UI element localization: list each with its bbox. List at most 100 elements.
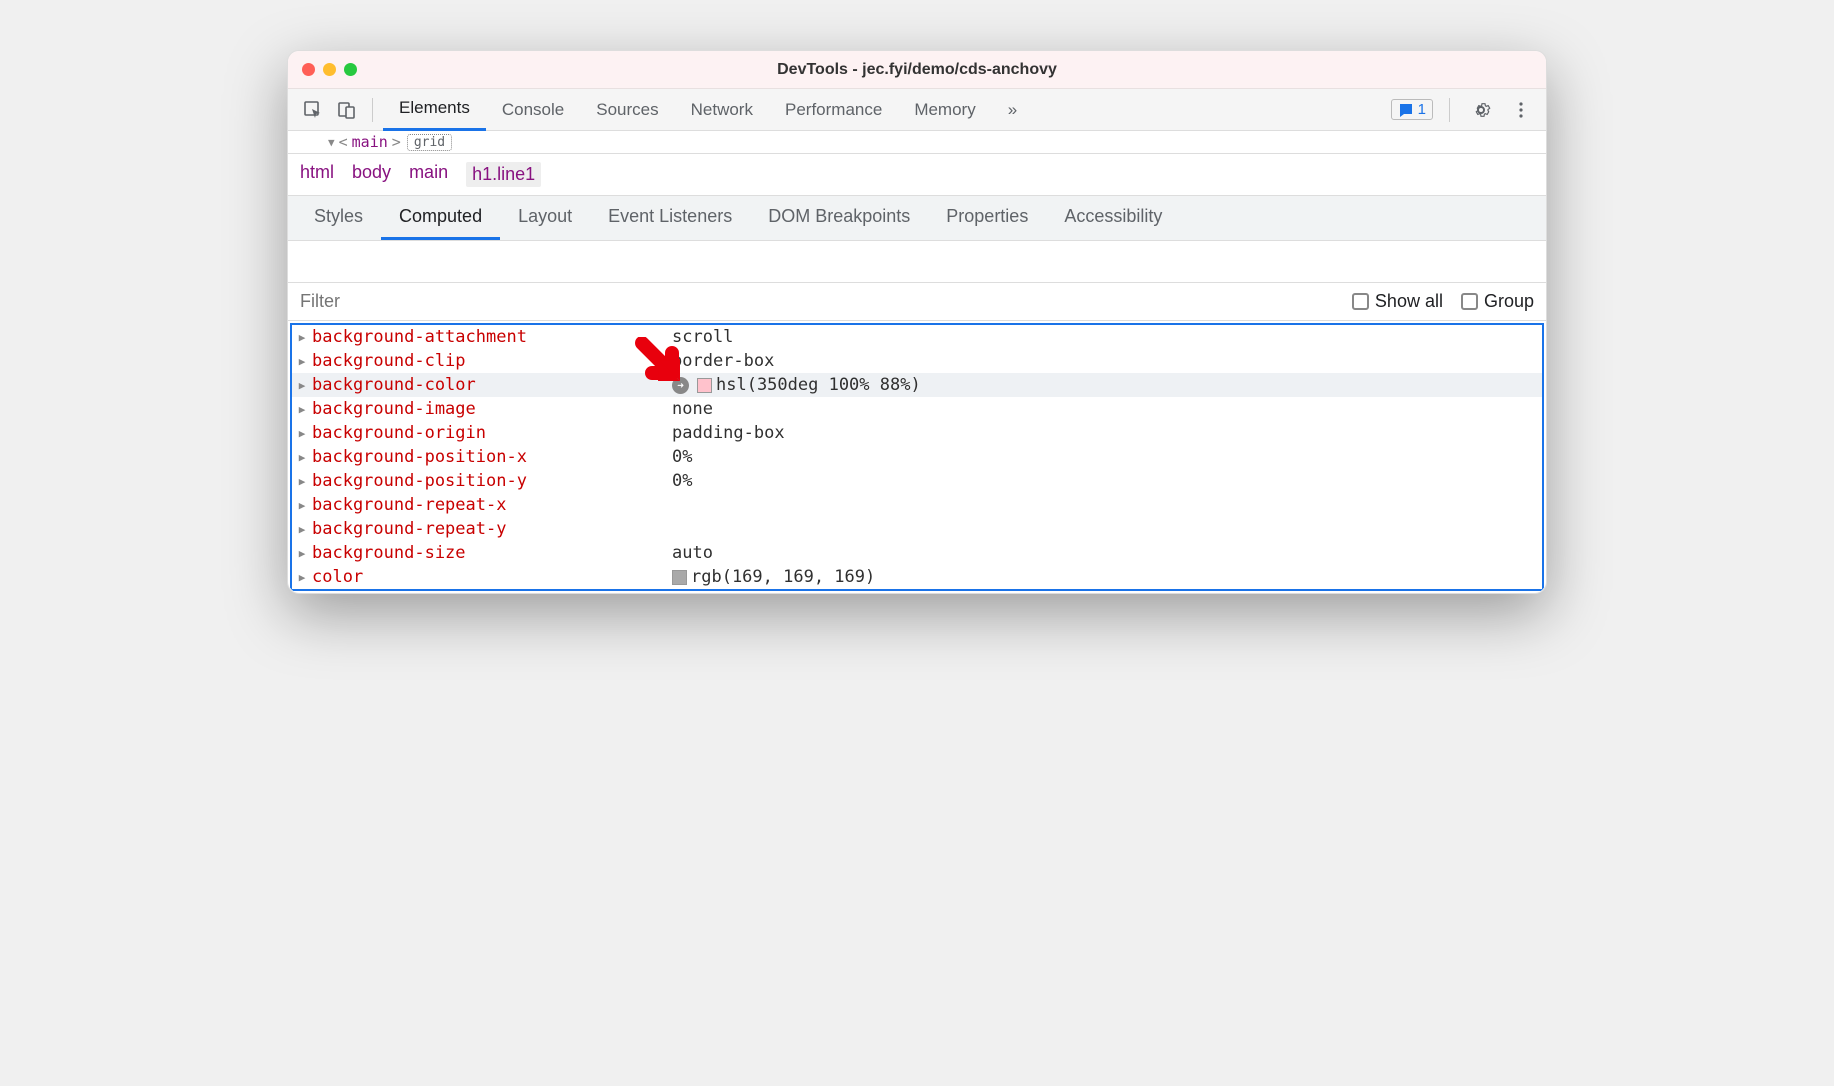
issues-badge[interactable]: 1: [1391, 99, 1433, 120]
show-all-label: Show all: [1375, 291, 1443, 312]
subtab-computed[interactable]: Computed: [381, 196, 500, 240]
tab-sources[interactable]: Sources: [580, 89, 674, 131]
property-value-text: padding-box: [672, 423, 785, 443]
expand-triangle-icon[interactable]: ▶: [292, 475, 312, 488]
kebab-menu-icon[interactable]: [1506, 95, 1536, 125]
element-tag: main: [352, 133, 388, 151]
property-value-text: scroll: [672, 327, 733, 347]
property-name: background-repeat-x: [312, 495, 672, 515]
property-name: background-origin: [312, 423, 672, 443]
traffic-lights: [302, 63, 357, 76]
computed-property-row[interactable]: ▶background-imagenone: [292, 397, 1542, 421]
property-name: background-repeat-y: [312, 519, 672, 539]
property-name: background-position-x: [312, 447, 672, 467]
computed-property-row[interactable]: ▶background-attachmentscroll: [292, 325, 1542, 349]
property-value: none: [672, 399, 713, 419]
computed-property-row[interactable]: ▶background-color➜ hsl(350deg 100% 88%): [292, 373, 1542, 397]
inspect-element-icon[interactable]: [298, 95, 328, 125]
computed-property-row[interactable]: ▶background-position-y0%: [292, 469, 1542, 493]
property-value-text: none: [672, 399, 713, 419]
property-value-text: rgb(169, 169, 169): [691, 567, 875, 587]
grid-badge[interactable]: grid: [407, 134, 452, 151]
subtab-accessibility[interactable]: Accessibility: [1046, 196, 1180, 240]
property-name: background-color: [312, 375, 672, 395]
property-name: background-image: [312, 399, 672, 419]
computed-property-row[interactable]: ▶background-repeat-x: [292, 493, 1542, 517]
color-swatch-icon[interactable]: [697, 378, 712, 393]
tab-memory[interactable]: Memory: [898, 89, 991, 131]
group-checkbox[interactable]: Group: [1461, 291, 1534, 312]
color-swatch-icon[interactable]: [672, 570, 687, 585]
main-tabs: Elements Console Sources Network Perform…: [383, 89, 1387, 131]
expand-triangle-icon[interactable]: ▶: [292, 379, 312, 392]
property-name: background-size: [312, 543, 672, 563]
property-name: background-attachment: [312, 327, 672, 347]
expand-triangle-icon[interactable]: ▼: [328, 136, 335, 149]
close-window-button[interactable]: [302, 63, 315, 76]
subtab-styles[interactable]: Styles: [296, 196, 381, 240]
subtab-properties[interactable]: Properties: [928, 196, 1046, 240]
property-value-text: border-box: [672, 351, 774, 371]
toolbar-divider: [1449, 98, 1450, 122]
group-label: Group: [1484, 291, 1534, 312]
property-name: background-clip: [312, 351, 672, 371]
crumb-html[interactable]: html: [300, 162, 334, 187]
window-title: DevTools - jec.fyi/demo/cds-anchovy: [777, 61, 1057, 79]
property-value: auto: [672, 543, 713, 563]
tab-console[interactable]: Console: [486, 89, 580, 131]
property-value: border-box: [672, 351, 774, 371]
crumb-h1[interactable]: h1.line1: [466, 162, 541, 187]
tab-network[interactable]: Network: [675, 89, 769, 131]
dom-element-row[interactable]: ▼ <main> grid: [288, 131, 1546, 154]
property-value-text: hsl(350deg 100% 88%): [716, 375, 921, 395]
device-toolbar-icon[interactable]: [332, 95, 362, 125]
computed-property-row[interactable]: ▶color rgb(169, 169, 169): [292, 565, 1542, 589]
subtab-event-listeners[interactable]: Event Listeners: [590, 196, 750, 240]
computed-property-row[interactable]: ▶background-originpadding-box: [292, 421, 1542, 445]
expand-triangle-icon[interactable]: ▶: [292, 523, 312, 536]
property-name: color: [312, 567, 672, 587]
maximize-window-button[interactable]: [344, 63, 357, 76]
tab-elements[interactable]: Elements: [383, 89, 486, 131]
computed-property-row[interactable]: ▶background-repeat-y: [292, 517, 1542, 541]
computed-properties-panel: ▶background-attachmentscroll▶background-…: [290, 323, 1544, 591]
expand-triangle-icon[interactable]: ▶: [292, 547, 312, 560]
expand-triangle-icon[interactable]: ▶: [292, 499, 312, 512]
expand-triangle-icon[interactable]: ▶: [292, 403, 312, 416]
toolbar-divider: [372, 98, 373, 122]
tab-performance[interactable]: Performance: [769, 89, 898, 131]
goto-source-icon[interactable]: ➜: [672, 377, 689, 394]
property-value: ➜ hsl(350deg 100% 88%): [672, 375, 921, 395]
property-value: rgb(169, 169, 169): [672, 567, 875, 587]
issues-count: 1: [1418, 101, 1426, 118]
expand-triangle-icon[interactable]: ▶: [292, 427, 312, 440]
show-all-checkbox[interactable]: Show all: [1352, 291, 1443, 312]
crumb-main[interactable]: main: [409, 162, 448, 187]
property-value: 0%: [672, 447, 692, 467]
devtools-window: DevTools - jec.fyi/demo/cds-anchovy Elem…: [287, 50, 1547, 594]
expand-triangle-icon[interactable]: ▶: [292, 571, 312, 584]
expand-triangle-icon[interactable]: ▶: [292, 331, 312, 344]
computed-property-row[interactable]: ▶background-clipborder-box: [292, 349, 1542, 373]
property-value-text: auto: [672, 543, 713, 563]
expand-triangle-icon[interactable]: ▶: [292, 355, 312, 368]
minimize-window-button[interactable]: [323, 63, 336, 76]
titlebar: DevTools - jec.fyi/demo/cds-anchovy: [288, 51, 1546, 89]
sidebar-subtabs: Styles Computed Layout Event Listeners D…: [288, 196, 1546, 241]
tab-more[interactable]: »: [992, 89, 1033, 131]
property-value: padding-box: [672, 423, 785, 443]
subtab-layout[interactable]: Layout: [500, 196, 590, 240]
property-value: scroll: [672, 327, 733, 347]
crumb-body[interactable]: body: [352, 162, 391, 187]
property-name: background-position-y: [312, 471, 672, 491]
filter-row: Show all Group: [288, 283, 1546, 321]
subtab-dom-breakpoints[interactable]: DOM Breakpoints: [750, 196, 928, 240]
gap-row: [288, 241, 1546, 283]
computed-property-row[interactable]: ▶background-position-x0%: [292, 445, 1542, 469]
expand-triangle-icon[interactable]: ▶: [292, 451, 312, 464]
settings-icon[interactable]: [1466, 95, 1496, 125]
breadcrumbs: html body main h1.line1: [288, 154, 1546, 196]
computed-property-row[interactable]: ▶background-sizeauto: [292, 541, 1542, 565]
filter-input[interactable]: [300, 291, 1334, 312]
checkbox-icon: [1352, 293, 1369, 310]
